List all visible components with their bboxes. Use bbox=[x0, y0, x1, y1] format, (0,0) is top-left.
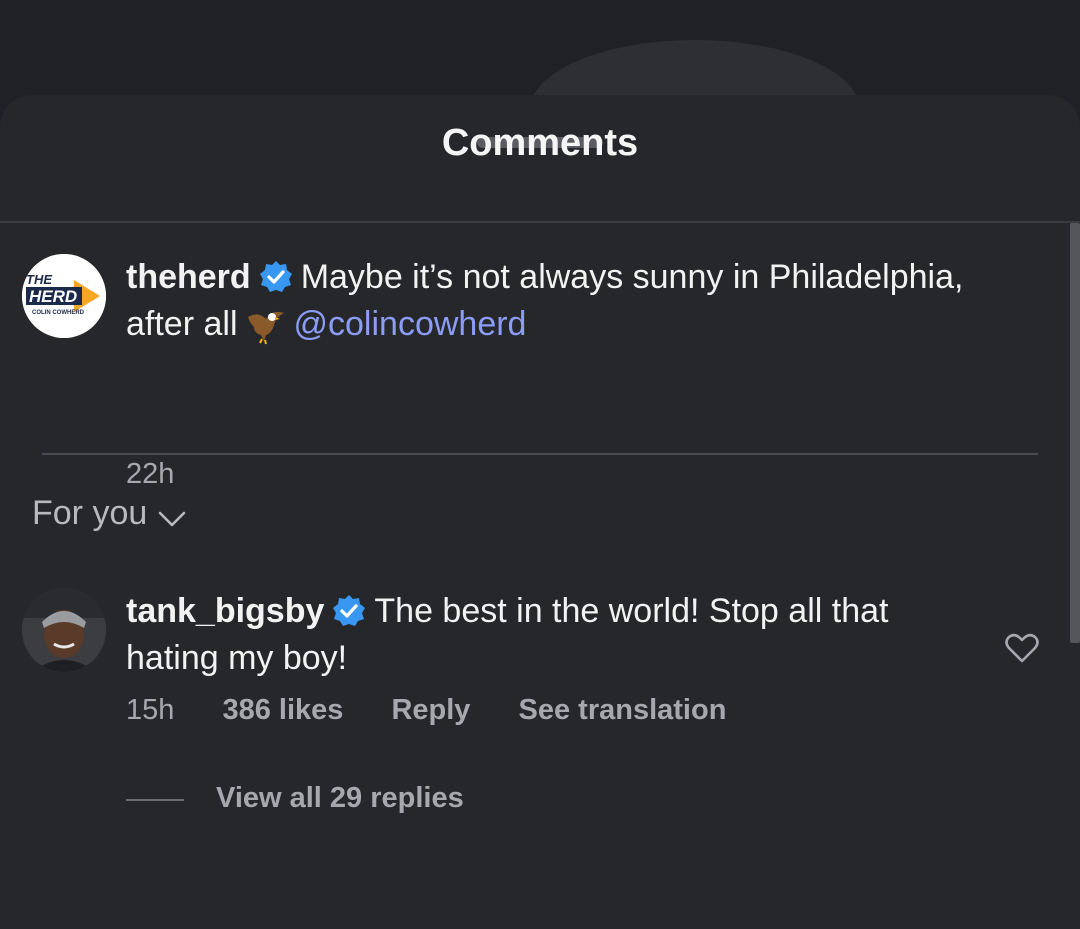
verified-badge-icon bbox=[259, 261, 292, 292]
see-translation-button[interactable]: See translation bbox=[519, 694, 727, 726]
logo-text-sub: COLIN COWHERD bbox=[32, 310, 85, 316]
caption-mention-link[interactable]: @colincowherd bbox=[294, 305, 527, 343]
comment-actions: 15h 386 likes Reply See translation bbox=[126, 694, 766, 727]
eagle-emoji-icon bbox=[247, 311, 284, 345]
section-divider bbox=[42, 453, 1038, 455]
logo-text-main: HERD bbox=[29, 287, 77, 306]
verified-badge-icon bbox=[333, 595, 366, 626]
heart-icon[interactable] bbox=[1005, 633, 1039, 663]
post-caption: theherd Maybe it’s not always sunny in Ph… bbox=[126, 254, 1046, 348]
likes-count-link[interactable]: 386 likes bbox=[222, 694, 343, 726]
comment-sort-dropdown[interactable]: For you bbox=[32, 494, 187, 533]
sheet-title: Comments bbox=[441, 122, 639, 164]
caption-username[interactable]: theherd bbox=[126, 258, 251, 296]
comment-text-line1: The best in the world! Stop all that bbox=[374, 592, 889, 630]
sort-label: For you bbox=[32, 494, 148, 532]
caption-text-continued: after all bbox=[126, 305, 238, 343]
logo-text-top: THE bbox=[26, 272, 52, 287]
comment-text-line2: hating my boy! bbox=[126, 639, 348, 677]
replies-divider-line bbox=[126, 799, 184, 801]
chevron-down-icon bbox=[158, 511, 186, 527]
title-divider bbox=[0, 221, 1080, 223]
comment-timestamp: 15h bbox=[126, 694, 175, 726]
comment-text: tank_bigsby The best in the world! Stop a… bbox=[126, 588, 1046, 682]
comment-username[interactable]: tank_bigsby bbox=[126, 592, 324, 630]
caption-text-line: Maybe it’s not always sunny in Philadelp… bbox=[300, 258, 964, 296]
reply-button[interactable]: Reply bbox=[391, 694, 470, 726]
scrollbar[interactable] bbox=[1070, 223, 1080, 643]
caption-timestamp: 22h bbox=[126, 458, 175, 490]
view-replies-button[interactable]: View all 29 replies bbox=[216, 782, 464, 815]
avatar-theherd[interactable]: THE HERD COLIN COWHERD bbox=[22, 254, 106, 338]
avatar-tank-bigsby[interactable] bbox=[22, 588, 106, 672]
